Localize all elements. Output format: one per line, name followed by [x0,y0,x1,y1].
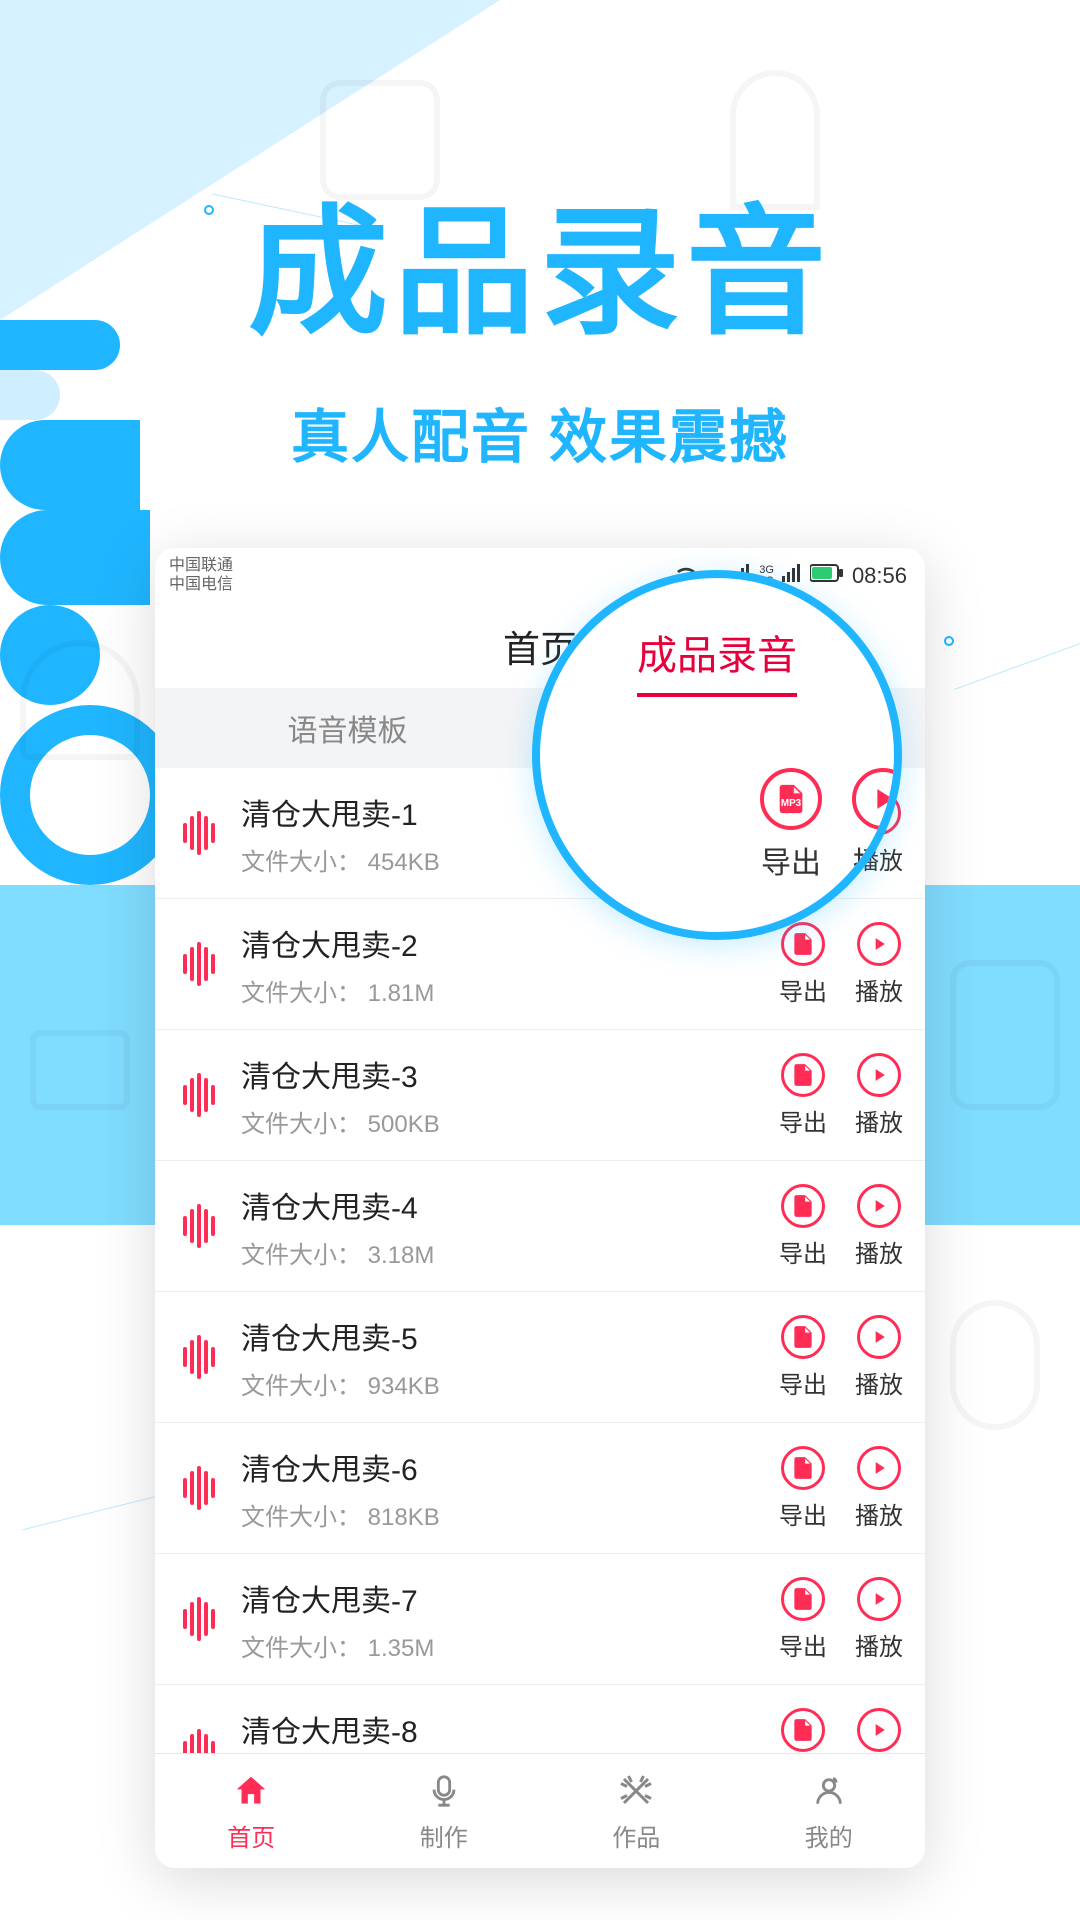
play-icon [857,1577,901,1621]
export-button[interactable]: 导出 [779,1053,827,1138]
recording-size: 文件大小： 3.18M [241,1235,761,1270]
recording-title: 清仓大甩卖-6 [241,1445,761,1489]
waveform-icon [175,1464,223,1512]
play-button[interactable]: 播放 [855,1446,903,1531]
hero: 成品录音 真人配音 效果震撼 [0,0,1080,474]
recording-title: 清仓大甩卖-7 [241,1576,761,1620]
recording-row[interactable]: 清仓大甩卖-4 文件大小： 3.18M 导出播放 [155,1161,925,1292]
play-icon [857,1184,901,1228]
mp3-export-icon: MP3 [760,768,822,830]
mp3-export-icon [781,1315,825,1359]
nav-item-home[interactable]: 首页 [155,1754,348,1868]
play-button[interactable]: 播放 [855,1053,903,1138]
svg-text:MP3: MP3 [781,798,802,809]
tab-voice-template[interactable]: 语音模板 [155,688,540,768]
magnifier-callout: 成品录音 MP3 导出 播放 [532,570,902,940]
export-button[interactable]: 导出 [779,922,827,1007]
carrier-2: 中国电信 [169,576,233,594]
recording-info: 清仓大甩卖-4 文件大小： 3.18M [241,1183,761,1270]
waveform-icon [175,1071,223,1119]
play-button[interactable]: 播放 [855,922,903,1007]
make-icon [423,1770,465,1812]
recording-title: 清仓大甩卖-4 [241,1183,761,1227]
nav-item-make[interactable]: 制作 [348,1754,541,1868]
nav-label: 作品 [612,1818,660,1853]
recording-row[interactable]: 清仓大甩卖-3 文件大小： 500KB 导出播放 [155,1030,925,1161]
recording-title: 清仓大甩卖-5 [241,1314,761,1358]
recording-info: 清仓大甩卖-3 文件大小： 500KB [241,1052,761,1139]
recording-row[interactable]: 清仓大甩卖-8文件大小： 2.48M 导出播放 [155,1685,925,1753]
waveform-icon [175,1202,223,1250]
nav-label: 首页 [227,1818,275,1853]
carrier-1: 中国联通 [169,557,233,575]
works-icon [615,1770,657,1812]
home-icon [230,1770,272,1812]
waveform-icon [175,1333,223,1381]
hero-subtitle: 真人配音 效果震撼 [0,390,1080,474]
mp3-export-icon [781,1577,825,1621]
play-icon [857,1315,901,1359]
recording-title: 清仓大甩卖-8 [241,1707,761,1751]
nav-item-mine[interactable]: 我的 [733,1754,926,1868]
export-button[interactable]: 导出 [779,1315,827,1400]
recording-title: 清仓大甩卖-3 [241,1052,761,1096]
play-button[interactable]: 播放 [855,1184,903,1269]
mp3-export-icon [781,1708,825,1752]
hero-title: 成品录音 [0,0,1080,362]
export-button[interactable]: 导出 [779,1708,827,1753]
recording-row[interactable]: 清仓大甩卖-5 文件大小： 934KB 导出播放 [155,1292,925,1423]
play-icon [857,1708,901,1752]
nav-label: 我的 [805,1818,853,1853]
mp3-export-icon [781,1446,825,1490]
waveform-icon [175,940,223,988]
recording-size: 文件大小： 500KB [241,1104,761,1139]
waveform-icon [175,1595,223,1643]
bottom-nav: 首页 制作 作品 我的 [155,1753,925,1868]
recording-row[interactable]: 清仓大甩卖-7 文件大小： 1.35M 导出播放 [155,1554,925,1685]
recording-info: 清仓大甩卖-5 文件大小： 934KB [241,1314,761,1401]
recording-size: 文件大小： 934KB [241,1366,761,1401]
recording-row[interactable]: 清仓大甩卖-6 文件大小： 818KB 导出播放 [155,1423,925,1554]
play-icon [857,1053,901,1097]
recording-size: 文件大小： 818KB [241,1497,761,1532]
play-button[interactable]: 播放 [855,1315,903,1400]
mp3-export-icon [781,1053,825,1097]
recording-info: 清仓大甩卖-8文件大小： 2.48M [241,1707,761,1753]
nav-item-works[interactable]: 作品 [540,1754,733,1868]
recording-size: 文件大小： 1.35M [241,1628,761,1663]
nav-label: 制作 [420,1818,468,1853]
play-icon [857,1446,901,1490]
recording-info: 清仓大甩卖-7 文件大小： 1.35M [241,1576,761,1663]
play-button[interactable]: 播放 [855,1577,903,1662]
export-button[interactable]: 导出 [779,1184,827,1269]
export-button[interactable]: 导出 [779,1446,827,1531]
mine-icon [808,1770,850,1812]
magnified-tab-label: 成品录音 [637,623,797,697]
recording-size: 文件大小： 1.81M [241,973,761,1008]
mp3-export-icon [781,1184,825,1228]
recording-info: 清仓大甩卖-6 文件大小： 818KB [241,1445,761,1532]
export-button[interactable]: 导出 [779,1577,827,1662]
magnified-export: MP3 导出 [760,768,822,882]
waveform-icon [175,1727,223,1754]
waveform-icon [175,809,223,857]
play-button[interactable]: 播放 [855,1708,903,1753]
